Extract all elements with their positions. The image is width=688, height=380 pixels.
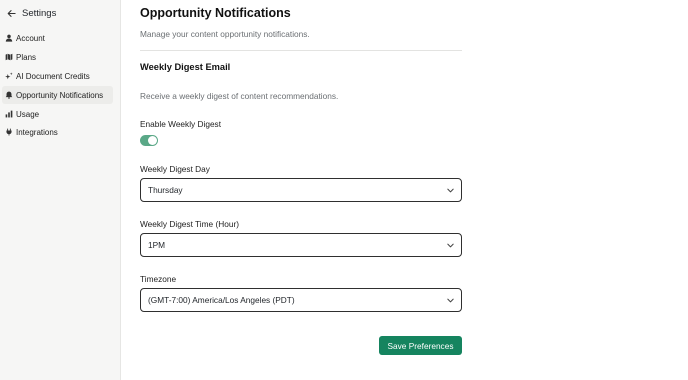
digest-day-value: Thursday — [148, 185, 183, 195]
save-preferences-button[interactable]: Save Preferences — [379, 336, 462, 355]
sidebar-title: Settings — [22, 7, 57, 19]
sidebar-item-label: Usage — [16, 109, 40, 119]
sidebar-item-usage[interactable]: Usage — [2, 105, 113, 123]
chevron-down-icon — [447, 243, 454, 248]
page-subtitle: Manage your content opportunity notifica… — [140, 29, 310, 39]
bell-icon — [5, 91, 13, 99]
sidebar-item-integrations[interactable]: Integrations — [2, 123, 113, 141]
sidebar-item-label: Integrations — [16, 127, 58, 137]
back-arrow-icon[interactable] — [6, 6, 17, 20]
plug-icon — [5, 128, 13, 136]
chevron-down-icon — [447, 298, 454, 303]
digest-day-select[interactable]: Thursday — [140, 178, 462, 202]
enable-digest-toggle[interactable] — [140, 135, 158, 146]
enable-digest-label: Enable Weekly Digest — [140, 119, 222, 129]
divider — [140, 50, 462, 51]
digest-time-value: 1PM — [148, 240, 166, 250]
sidebar-item-label: AI Document Credits — [16, 71, 90, 81]
sidebar-item-account[interactable]: Account — [2, 29, 113, 47]
chevron-down-icon — [447, 188, 454, 193]
sidebar-item-label: Account — [16, 33, 45, 43]
person-icon — [5, 34, 13, 42]
sidebar-header: Settings — [6, 6, 56, 20]
map-icon — [5, 53, 13, 61]
digest-time-select[interactable]: 1PM — [140, 233, 462, 257]
section-title: Weekly Digest Email — [140, 62, 231, 72]
timezone-select[interactable]: (GMT-7:00) America/Los Angeles (PDT) — [140, 288, 462, 312]
bar-chart-icon — [5, 110, 13, 118]
digest-time-label: Weekly Digest Time (Hour) — [140, 219, 239, 229]
timezone-label: Timezone — [140, 274, 177, 284]
page-title: Opportunity Notifications — [140, 6, 291, 20]
toggle-knob — [148, 136, 157, 145]
sparkle-icon — [5, 72, 13, 80]
sidebar-item-plans[interactable]: Plans — [2, 48, 113, 66]
sidebar-item-opportunity-notifications[interactable]: Opportunity Notifications — [2, 86, 113, 104]
settings-sidebar: Settings Account Plans AI Document Credi… — [0, 0, 121, 380]
digest-day-label: Weekly Digest Day — [140, 164, 210, 174]
sidebar-item-ai-document-credits[interactable]: AI Document Credits — [2, 67, 113, 85]
timezone-value: (GMT-7:00) America/Los Angeles (PDT) — [148, 295, 295, 305]
section-subtitle: Receive a weekly digest of content recom… — [140, 91, 339, 101]
sidebar-item-label: Plans — [16, 52, 37, 62]
sidebar-item-label: Opportunity Notifications — [16, 90, 104, 100]
